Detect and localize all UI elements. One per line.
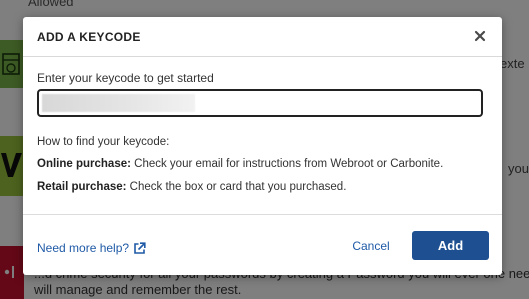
keycode-input[interactable] — [37, 89, 483, 117]
need-more-help-label: Need more help? — [37, 241, 130, 255]
retail-purchase-label: Retail purchase: — [37, 181, 127, 193]
footer-divider — [23, 214, 502, 215]
retail-purchase-text: Check the box or card that you purchased… — [126, 181, 347, 193]
cancel-button[interactable]: Cancel — [341, 231, 401, 261]
add-button[interactable]: Add — [412, 231, 489, 260]
online-purchase-help: Online purchase: Check your email for in… — [37, 158, 443, 170]
dialog-header: ADD A KEYCODE — [23, 17, 502, 57]
dialog-title: ADD A KEYCODE — [37, 30, 141, 44]
close-icon — [474, 30, 486, 42]
need-more-help-link[interactable]: Need more help? — [37, 241, 146, 255]
retail-purchase-help: Retail purchase: Check the box or card t… — [37, 181, 346, 193]
external-link-icon — [134, 241, 146, 254]
app-page: Allowed exte your A ...d crime security … — [0, 0, 529, 299]
help-heading: How to find your keycode: — [37, 136, 170, 148]
close-button[interactable] — [472, 26, 488, 44]
online-purchase-text: Check your email for instructions from W… — [130, 158, 444, 170]
online-purchase-label: Online purchase: — [37, 158, 131, 170]
keycode-field-label: Enter your keycode to get started — [37, 71, 214, 85]
add-keycode-dialog: ADD A KEYCODE Enter your keycode to get … — [23, 17, 502, 275]
